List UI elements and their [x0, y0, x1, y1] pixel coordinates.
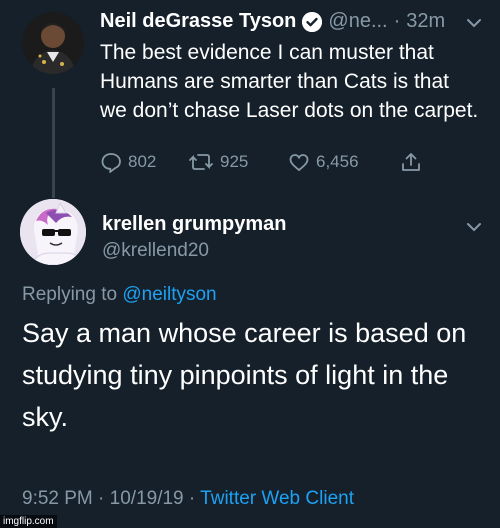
- display-name[interactable]: Neil deGrasse Tyson: [100, 10, 296, 33]
- tweet-meta: 9:52 PM · 10/19/19 · Twitter Web Client: [22, 488, 354, 510]
- reply-count: 802: [128, 152, 157, 171]
- client-link[interactable]: Twitter Web Client: [200, 488, 354, 509]
- chevron-down-icon[interactable]: [466, 222, 482, 232]
- chevron-down-icon[interactable]: [466, 18, 482, 28]
- share-button[interactable]: [400, 151, 422, 173]
- retweet-icon: [189, 154, 213, 170]
- reply-button[interactable]: 802: [100, 151, 188, 173]
- tweet-header: Neil deGrasse Tyson @ne... · 32m: [100, 10, 445, 33]
- like-icon: [289, 154, 309, 172]
- like-count: 6,456: [316, 152, 359, 171]
- replying-to-link[interactable]: @neiltyson: [122, 284, 216, 305]
- reply-icon: [101, 153, 121, 173]
- replying-to-label: Replying to: [22, 284, 118, 305]
- display-name[interactable]: krellen grumpyman: [102, 213, 287, 236]
- separator: ·: [393, 10, 401, 32]
- tweet-date[interactable]: 10/19/19: [110, 488, 184, 509]
- avatar[interactable]: [20, 199, 86, 265]
- share-icon: [402, 153, 420, 171]
- thread-connector-line: [52, 88, 55, 198]
- retweet-count: 925: [220, 152, 249, 171]
- avatar[interactable]: [22, 12, 84, 74]
- verified-badge-icon: [302, 11, 323, 32]
- user-handle[interactable]: @krellend20: [102, 240, 209, 262]
- replying-to: Replying to @neiltyson: [22, 284, 217, 306]
- retweet-button[interactable]: 925: [188, 151, 288, 173]
- tweet-time[interactable]: 32m: [406, 10, 445, 33]
- tweet-text: Say a man whose career is based on study…: [22, 318, 467, 432]
- tweet-time[interactable]: 9:52 PM: [22, 488, 93, 509]
- separator: ·: [188, 488, 196, 509]
- separator: ·: [98, 488, 105, 509]
- like-button[interactable]: 6,456: [288, 151, 400, 173]
- watermark: imgflip.com: [0, 515, 57, 528]
- tweet-text: The best evidence I can muster that Huma…: [100, 41, 479, 122]
- user-handle[interactable]: @ne...: [328, 10, 387, 33]
- tweet-actions: 802 925 6,456: [100, 150, 430, 174]
